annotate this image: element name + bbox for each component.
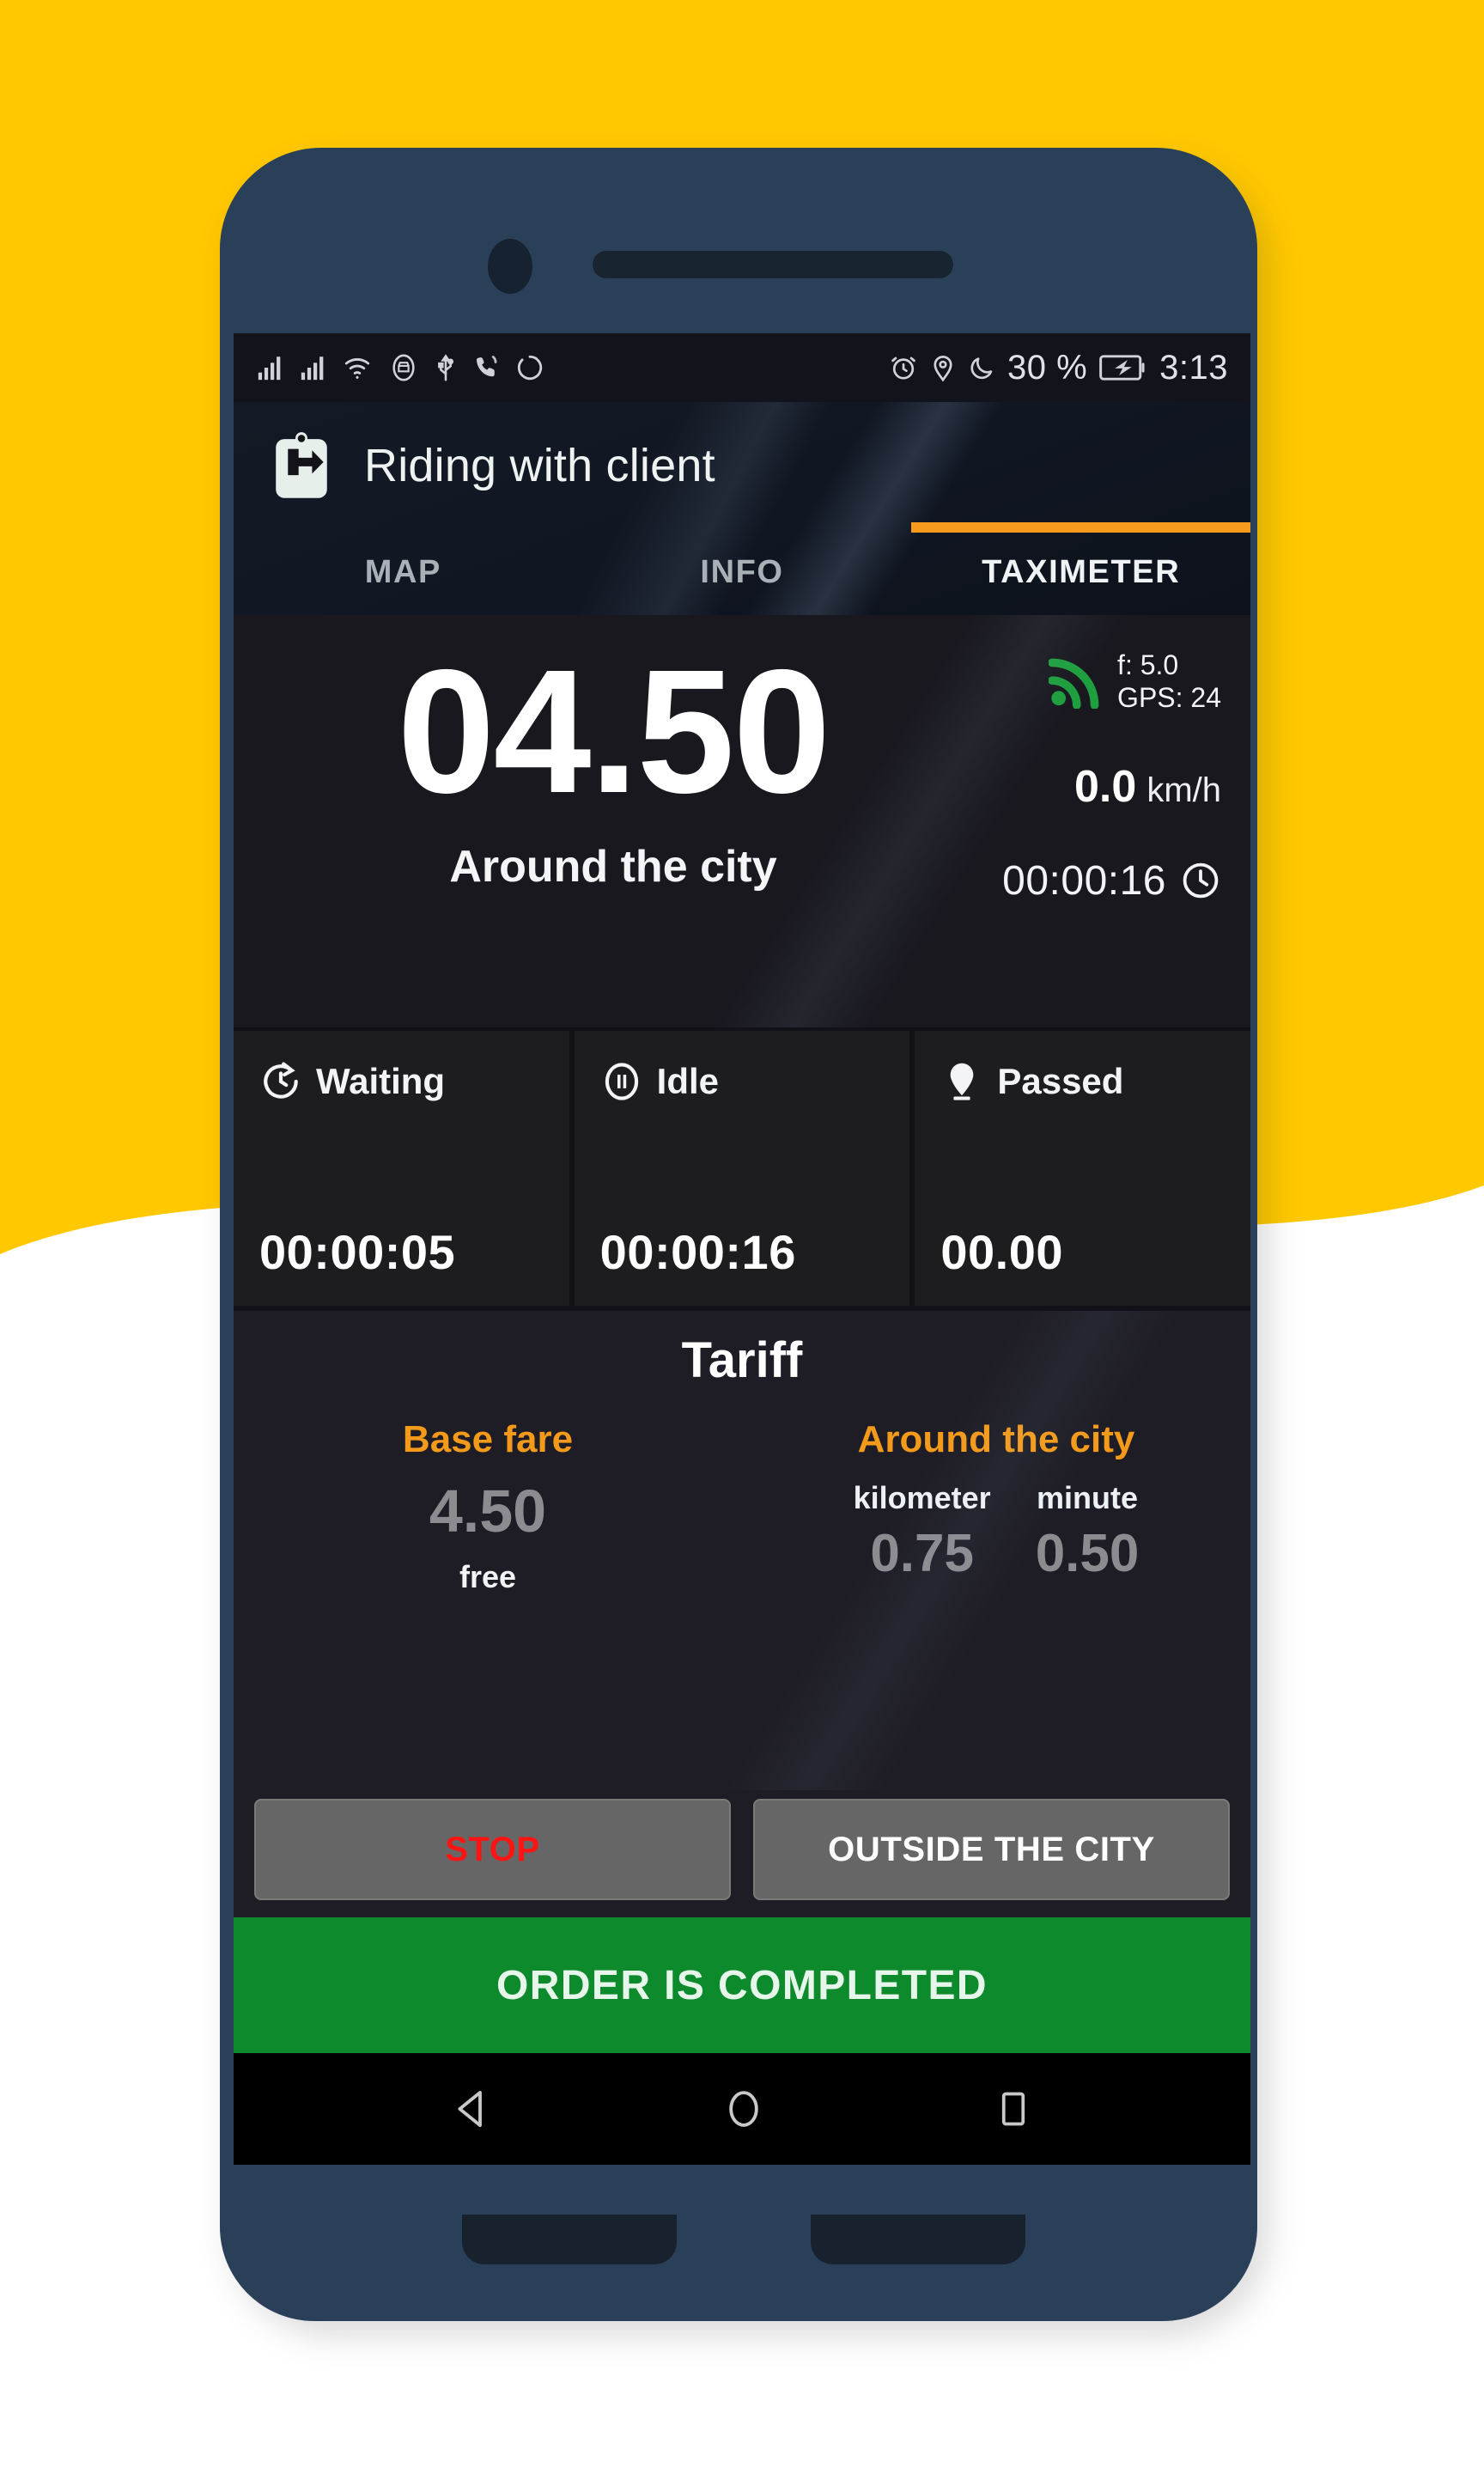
outside-the-city-button[interactable]: OUTSIDE THE CITY [753,1799,1230,1900]
meter-fare-block: 04.50 Around the city [259,637,967,1019]
rate-value: 0.50 [1035,1524,1140,1583]
ride-tag-arrow-icon [276,432,327,498]
battery-charging-icon [1099,355,1145,381]
order-is-completed-button[interactable]: ORDER IS COMPLETED [234,1917,1250,2053]
stats-row: Waiting 00:00:05 Idle 00:00:16 Passed 00… [234,1027,1250,1311]
stat-value: 00:00:16 [599,1225,796,1279]
location-icon [934,356,952,382]
stat-value: 00.00 [940,1225,1063,1279]
elapsed-time-row: 00:00:16 [1002,857,1221,905]
back-triangle-icon[interactable] [449,2086,496,2132]
status-bar-right-icons: 30 % 3:13 [889,349,1228,387]
bottom-speaker-slot-right [811,2215,1025,2264]
usb-icon [438,354,454,381]
map-pin-icon [951,1063,974,1100]
tab-bar: MAP INFO TAXIMETER [234,522,1250,615]
base-fare-amount: 4.50 [429,1478,547,1545]
stat-header: Idle [600,1060,885,1103]
phone-screen: 30 % 3:13 Riding with client MAP INFO TA… [234,333,1250,2165]
do-not-disturb-moon-icon [970,357,993,380]
speed-value: 0.0 [1074,761,1137,812]
stat-header: Waiting [259,1060,544,1103]
phone-top-bezel [220,148,1257,338]
stop-button[interactable]: STOP [254,1799,731,1900]
tariff-base-fare-column: Base fare 4.50 free [234,1418,742,1790]
base-fare-note: free [459,1559,517,1594]
tab-info[interactable]: INFO [573,529,912,615]
page-title: Riding with client [364,440,715,491]
clock-label: 3:13 [1159,348,1228,387]
gps-accuracy-label: f: 5.0 [1117,649,1179,680]
clock-icon [1183,862,1219,899]
alarm-icon [891,356,915,380]
call-vibrate-icon [476,356,497,377]
rate-name: kilometer [853,1480,991,1515]
stat-label: Passed [997,1061,1124,1101]
stat-label: Waiting [316,1061,446,1101]
rate-cell-kilometer: kilometer 0.75 [854,1480,991,1584]
signal-bars-icon [258,356,281,381]
rate-cell-minute: minute 0.50 [1036,1480,1140,1584]
stat-header: Passed [940,1060,1225,1103]
pause-circle-icon [605,1063,638,1100]
tab-taximeter[interactable]: TAXIMETER [911,522,1250,615]
status-bar-left-icons [256,353,544,382]
stat-card-passed: Passed 00.00 [915,1031,1250,1306]
elapsed-time-value: 00:00:16 [1002,857,1166,904]
waiting-clock-arrow-icon [264,1062,298,1099]
tariff-columns: Base fare 4.50 free Around the city kilo… [234,1418,1250,1790]
front-camera-icon [488,239,532,294]
android-status-bar: 30 % 3:13 [234,333,1250,402]
app-header: Riding with client MAP INFO TAXIMETER [234,402,1250,615]
tariff-zone-column: Around the city kilometer 0.75 minute 0.… [742,1418,1250,1790]
base-fare-heading: Base fare [402,1418,574,1460]
meter-telemetry-block: f: 5.0 GPS: 24 0.0 km/h 00:00:16 [967,637,1225,1019]
speed-row: 0.0 km/h [1074,761,1221,813]
zone-rates-row: kilometer 0.75 minute 0.50 [854,1480,1140,1584]
stat-label: Idle [656,1061,720,1101]
rate-value: 0.75 [870,1524,974,1583]
stat-card-waiting: Waiting 00:00:05 [234,1031,569,1306]
tariff-title: Tariff [681,1332,803,1388]
gps-readouts: f: 5.0 GPS: 24 [1117,649,1221,715]
battery-percent-label: 30 % [1007,348,1088,387]
current-tariff-label: Around the city [449,841,777,892]
gps-signal-icon [1049,658,1099,709]
action-button-row: STOP OUTSIDE THE CITY [234,1790,1250,1917]
signal-bars-icon [301,356,324,381]
gps-satellites-label: GPS: 24 [1117,681,1221,713]
stat-card-idle: Idle 00:00:16 [574,1031,910,1306]
earpiece-speaker [593,251,953,278]
tariff-panel: Tariff Base fare 4.50 free Around the ci… [234,1311,1250,1790]
tab-map[interactable]: MAP [234,529,573,615]
app-header-title-row: Riding with client [234,402,1250,529]
sync-icon [517,355,543,381]
speed-unit-label: km/h [1146,771,1221,809]
bottom-speaker-slot-left [462,2215,677,2264]
gps-status-row: f: 5.0 GPS: 24 [1049,649,1221,715]
meter-panel: 04.50 Around the city f: 5.0 GPS: 24 0.0… [234,615,1250,1027]
recents-square-icon[interactable] [992,2087,1035,2130]
fare-amount: 04.50 [397,633,830,830]
rate-name: minute [1037,1480,1139,1515]
car-mode-icon [392,354,415,381]
zone-heading: Around the city [857,1418,1135,1460]
android-navigation-bar [234,2053,1250,2165]
home-circle-icon[interactable] [721,2086,767,2132]
wifi-icon [344,357,370,379]
stat-value: 00:00:05 [259,1225,456,1279]
